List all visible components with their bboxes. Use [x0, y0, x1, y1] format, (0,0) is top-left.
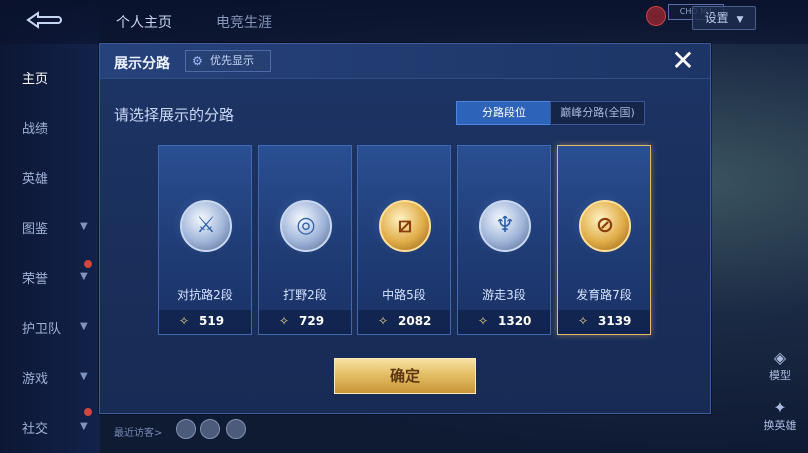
- lane-card-mid[interactable]: ⧄ 中路5段 ✧ 2082: [357, 145, 451, 335]
- lane-display-dialog: 展示分路 ⚙ 优先显示 ✕ 请选择展示的分路 分路段位 巅峰分路(全国) ⚔ 对…: [99, 43, 711, 414]
- sidebar-item-games[interactable]: 游戏: [22, 368, 82, 387]
- settings-button[interactable]: 设置 ▼: [692, 6, 756, 30]
- chevron-down-icon: ▼: [80, 221, 88, 232]
- lane-points-row: ✧ 519: [159, 310, 251, 334]
- model-label: 模型: [769, 369, 791, 382]
- close-icon[interactable]: ✕: [670, 47, 696, 75]
- back-arrow-icon[interactable]: [22, 10, 64, 30]
- avatar[interactable]: [176, 419, 196, 439]
- forbidden-circle-icon: ⊘: [579, 200, 631, 252]
- tab-lane-rank[interactable]: 分路段位: [456, 101, 552, 125]
- sidebar-item-guard[interactable]: 护卫队: [22, 318, 82, 337]
- lane-label: 游走3段: [482, 288, 526, 302]
- model-icon: ◈: [773, 348, 787, 367]
- sidebar-item-social[interactable]: 社交: [22, 418, 82, 437]
- priority-display-button[interactable]: ⚙ 优先显示: [185, 50, 271, 72]
- sidebar-item-heroes[interactable]: 英雄: [22, 168, 82, 187]
- lane-label: 打野2段: [283, 288, 327, 302]
- priority-display-label: 优先显示: [210, 54, 254, 67]
- points-icon: ✧: [578, 314, 589, 328]
- lane-card-farm[interactable]: ⊘ 发育路7段 ✧ 3139: [557, 145, 651, 335]
- chevron-down-icon: ▼: [80, 271, 88, 282]
- chevron-down-icon: ▼: [80, 321, 88, 332]
- dialog-title: 展示分路: [114, 56, 170, 72]
- slash-icon: ⧄: [379, 200, 431, 252]
- switch-hero-button[interactable]: ✦ 换英雄: [760, 398, 800, 433]
- lane-card-top[interactable]: ⚔ 对抗路2段 ✧ 519: [158, 145, 252, 335]
- sword-clash-icon: ⚔: [180, 200, 232, 252]
- recent-visitors-link[interactable]: 最近访客>: [114, 424, 162, 439]
- avatar[interactable]: [226, 419, 246, 439]
- lane-label: 发育路7段: [576, 288, 632, 302]
- gear-icon: ⚙: [192, 54, 203, 68]
- chevron-down-icon: ▼: [736, 15, 744, 25]
- switch-hero-label: 换英雄: [763, 419, 797, 432]
- lane-points-row: ✧ 729: [259, 310, 351, 334]
- lane-points: 519: [199, 314, 225, 328]
- tab-esports-career[interactable]: 电竞生涯: [216, 12, 272, 32]
- swirl-icon: ◎: [280, 200, 332, 252]
- points-icon: ✧: [279, 314, 290, 328]
- points-icon: ✧: [179, 314, 190, 328]
- switch-hero-icon: ✦: [773, 398, 787, 417]
- sidebar-item-atlas[interactable]: 图鉴: [22, 218, 82, 237]
- lane-label: 对抗路2段: [177, 288, 233, 302]
- top-bar: 个人主页 电竞生涯 CHO M4 设置 ▼: [0, 0, 808, 44]
- sidebar-item-home[interactable]: 主页: [22, 68, 82, 87]
- points-icon: ✧: [478, 314, 489, 328]
- wings-icon: ♆: [479, 200, 531, 252]
- model-button[interactable]: ◈ 模型: [760, 348, 800, 383]
- lane-points-row: ✧ 2082: [358, 310, 450, 334]
- avatar[interactable]: [646, 6, 666, 26]
- lane-points-row: ✧ 1320: [458, 310, 550, 334]
- chevron-down-icon: ▼: [80, 371, 88, 382]
- avatar[interactable]: [200, 419, 220, 439]
- confirm-button[interactable]: 确定: [334, 358, 476, 394]
- lane-label: 中路5段: [382, 288, 426, 302]
- lane-points: 729: [299, 314, 325, 328]
- lane-card-roam[interactable]: ♆ 游走3段 ✧ 1320: [457, 145, 551, 335]
- dialog-header: 展示分路 ⚙ 优先显示 ✕: [100, 44, 710, 79]
- points-icon: ✧: [378, 314, 389, 328]
- settings-label: 设置: [704, 11, 729, 25]
- lane-points-row: ✧ 3139: [558, 310, 650, 334]
- lane-points: 3139: [598, 314, 632, 328]
- notification-dot: [84, 260, 92, 268]
- sidebar-item-record[interactable]: 战绩: [22, 118, 82, 137]
- tab-peak-lane[interactable]: 巅峰分路(全国): [550, 101, 645, 125]
- chevron-down-icon: ▼: [80, 421, 88, 432]
- sidebar-item-honor[interactable]: 荣誉: [22, 268, 82, 287]
- lane-points: 2082: [398, 314, 432, 328]
- tab-personal-home[interactable]: 个人主页: [116, 12, 172, 32]
- notification-dot: [84, 408, 92, 416]
- lane-points: 1320: [498, 314, 532, 328]
- dialog-subtitle: 请选择展示的分路: [114, 106, 235, 124]
- lane-card-jungle[interactable]: ◎ 打野2段 ✧ 729: [258, 145, 352, 335]
